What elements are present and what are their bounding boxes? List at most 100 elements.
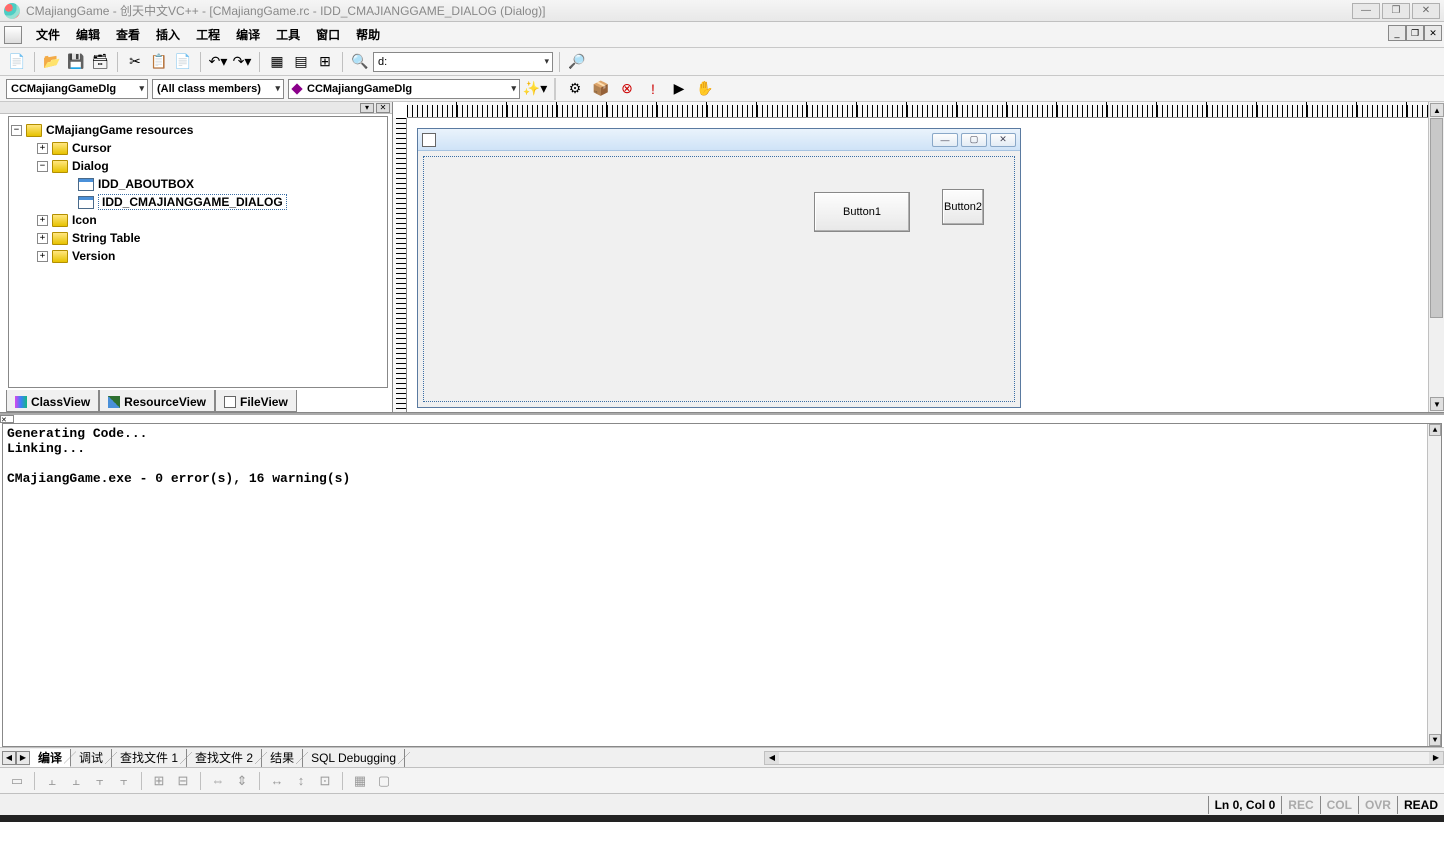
center-horiz-icon[interactable]: ⊟ xyxy=(172,771,194,791)
menu-build[interactable]: 编译 xyxy=(228,23,268,46)
output-hscrollbar[interactable]: ◀ ▶ xyxy=(764,751,1444,765)
output-tab-results[interactable]: 结果 xyxy=(262,749,303,767)
tree-dlg-main[interactable]: IDD_CMAJIANGGAME_DIALOG xyxy=(11,193,385,211)
members-combo[interactable]: (All class members) xyxy=(152,79,284,99)
menu-insert[interactable]: 插入 xyxy=(148,23,188,46)
scroll-right-icon[interactable]: ▶ xyxy=(1429,752,1443,764)
scroll-up-icon[interactable]: ▲ xyxy=(1429,424,1441,436)
space-down-icon[interactable]: ⇕ xyxy=(231,771,253,791)
scroll-thumb[interactable] xyxy=(1430,118,1443,318)
scroll-up-icon[interactable]: ▲ xyxy=(1430,103,1444,117)
cut-icon[interactable]: ✂ xyxy=(124,51,146,73)
scroll-down-icon[interactable]: ▼ xyxy=(1430,397,1444,411)
resourceview-icon xyxy=(108,396,120,408)
diamond-icon xyxy=(291,83,302,94)
designer-button2[interactable]: Button2 xyxy=(942,189,984,225)
class-combo[interactable]: CCMajiangGameDlg xyxy=(6,79,148,99)
output-vscrollbar[interactable]: ▲ ▼ xyxy=(1427,424,1441,746)
tab-classview[interactable]: ClassView xyxy=(6,390,99,412)
tree-version[interactable]: +Version xyxy=(11,247,385,265)
mdi-minimize-button[interactable]: _ xyxy=(1388,25,1406,41)
tree-stringtable[interactable]: +String Table xyxy=(11,229,385,247)
compile-icon[interactable]: 📦 xyxy=(590,78,612,100)
close-button[interactable]: ✕ xyxy=(1412,3,1440,19)
output-tab-find1[interactable]: 查找文件 1 xyxy=(112,749,187,767)
output-tab-compile[interactable]: 编译 xyxy=(30,749,71,767)
space-across-icon[interactable]: ⇔ xyxy=(207,771,229,791)
paste-icon[interactable]: 📄 xyxy=(172,51,194,73)
dialog-preview[interactable]: — ▢ ✕ Button1 Button2 xyxy=(417,128,1021,408)
tree-cursor[interactable]: +Cursor xyxy=(11,139,385,157)
toggle-guides-icon[interactable]: ▢ xyxy=(373,771,395,791)
mdi-restore-button[interactable]: ❐ xyxy=(1406,25,1424,41)
redo-icon[interactable]: ↷▾ xyxy=(231,51,253,73)
menu-window[interactable]: 窗口 xyxy=(308,23,348,46)
panel-close-button[interactable]: ✕ xyxy=(376,103,390,113)
new-file-icon[interactable]: 📄 xyxy=(6,51,28,73)
dialog-icon xyxy=(78,196,94,209)
tree-dialog[interactable]: −Dialog xyxy=(11,157,385,175)
tab-fileview[interactable]: FileView xyxy=(215,390,297,412)
function-combo[interactable]: CCMajiangGameDlg xyxy=(288,79,520,99)
windows-icon[interactable]: ⊞ xyxy=(314,51,336,73)
output-textarea[interactable]: Generating Code... Linking... CMajiangGa… xyxy=(2,423,1442,747)
resource-tree[interactable]: −CMajiangGame resources +Cursor −Dialog … xyxy=(8,116,388,388)
test-dialog-icon[interactable]: ▭ xyxy=(6,771,28,791)
menu-file[interactable]: 文件 xyxy=(28,23,68,46)
find-in-files-icon[interactable]: 🔎 xyxy=(566,51,588,73)
dialog-max-button[interactable]: ▢ xyxy=(961,133,987,147)
designer-vscrollbar[interactable]: ▲ ▼ xyxy=(1428,102,1444,412)
maximize-button[interactable]: ❐ xyxy=(1382,3,1410,19)
output-tab-find2[interactable]: 查找文件 2 xyxy=(187,749,262,767)
execute-icon[interactable]: ! xyxy=(642,78,664,100)
menu-edit[interactable]: 编辑 xyxy=(68,23,108,46)
designer-button1[interactable]: Button1 xyxy=(814,192,910,232)
build-icon[interactable]: ⚙ xyxy=(564,78,586,100)
align-left-icon[interactable]: ⫠ xyxy=(41,771,63,791)
dialog-client-area[interactable]: Button1 Button2 xyxy=(423,156,1015,402)
output-icon[interactable]: ▤ xyxy=(290,51,312,73)
tab-scroll-left[interactable]: ◀ xyxy=(2,751,16,765)
mdi-close-button[interactable]: ✕ xyxy=(1424,25,1442,41)
tab-scroll-right[interactable]: ▶ xyxy=(16,751,30,765)
tab-resourceview[interactable]: ResourceView xyxy=(99,390,215,412)
dialog-min-button[interactable]: — xyxy=(932,133,958,147)
align-bottom-icon[interactable]: ⫟ xyxy=(113,771,135,791)
find-icon[interactable]: 🔍 xyxy=(349,51,371,73)
scroll-left-icon[interactable]: ◀ xyxy=(765,752,779,764)
open-icon[interactable]: 📂 xyxy=(41,51,63,73)
same-size-icon[interactable]: ⊡ xyxy=(314,771,336,791)
undo-icon[interactable]: ↶▾ xyxy=(207,51,229,73)
find-combo[interactable]: d: xyxy=(373,52,553,72)
scroll-down-icon[interactable]: ▼ xyxy=(1429,734,1441,746)
dialog-close-button[interactable]: ✕ xyxy=(990,133,1016,147)
same-height-icon[interactable]: ↕ xyxy=(290,771,312,791)
menu-view[interactable]: 查看 xyxy=(108,23,148,46)
tree-icon[interactable]: +Icon xyxy=(11,211,385,229)
output-tab-sql[interactable]: SQL Debugging xyxy=(303,749,405,767)
output-close-button[interactable]: ✕ xyxy=(0,415,14,423)
menu-tools[interactable]: 工具 xyxy=(268,23,308,46)
panel-dock-button[interactable]: ▾ xyxy=(360,103,374,113)
same-width-icon[interactable]: ↔ xyxy=(266,771,288,791)
breakpoint-icon[interactable]: ✋ xyxy=(694,78,716,100)
tree-root[interactable]: −CMajiangGame resources xyxy=(11,121,385,139)
stop-build-icon[interactable]: ⊗ xyxy=(616,78,638,100)
workspace-icon[interactable]: ▦ xyxy=(266,51,288,73)
mdi-icon[interactable] xyxy=(4,26,22,44)
dialog-titlebar[interactable]: — ▢ ✕ xyxy=(418,129,1020,151)
menu-project[interactable]: 工程 xyxy=(188,23,228,46)
save-all-icon[interactable]: 🗃 xyxy=(89,51,111,73)
save-icon[interactable]: 💾 xyxy=(65,51,87,73)
wand-icon[interactable]: ✨▾ xyxy=(524,78,546,100)
menu-help[interactable]: 帮助 xyxy=(348,23,388,46)
toggle-grid-icon[interactable]: ▦ xyxy=(349,771,371,791)
go-icon[interactable]: ▶ xyxy=(668,78,690,100)
align-right-icon[interactable]: ⫠ xyxy=(65,771,87,791)
minimize-button[interactable]: — xyxy=(1352,3,1380,19)
center-vert-icon[interactable]: ⊞ xyxy=(148,771,170,791)
output-tab-debug[interactable]: 调试 xyxy=(71,749,112,767)
align-top-icon[interactable]: ⫟ xyxy=(89,771,111,791)
copy-icon[interactable]: 📋 xyxy=(148,51,170,73)
tree-dlg-about[interactable]: IDD_ABOUTBOX xyxy=(11,175,385,193)
